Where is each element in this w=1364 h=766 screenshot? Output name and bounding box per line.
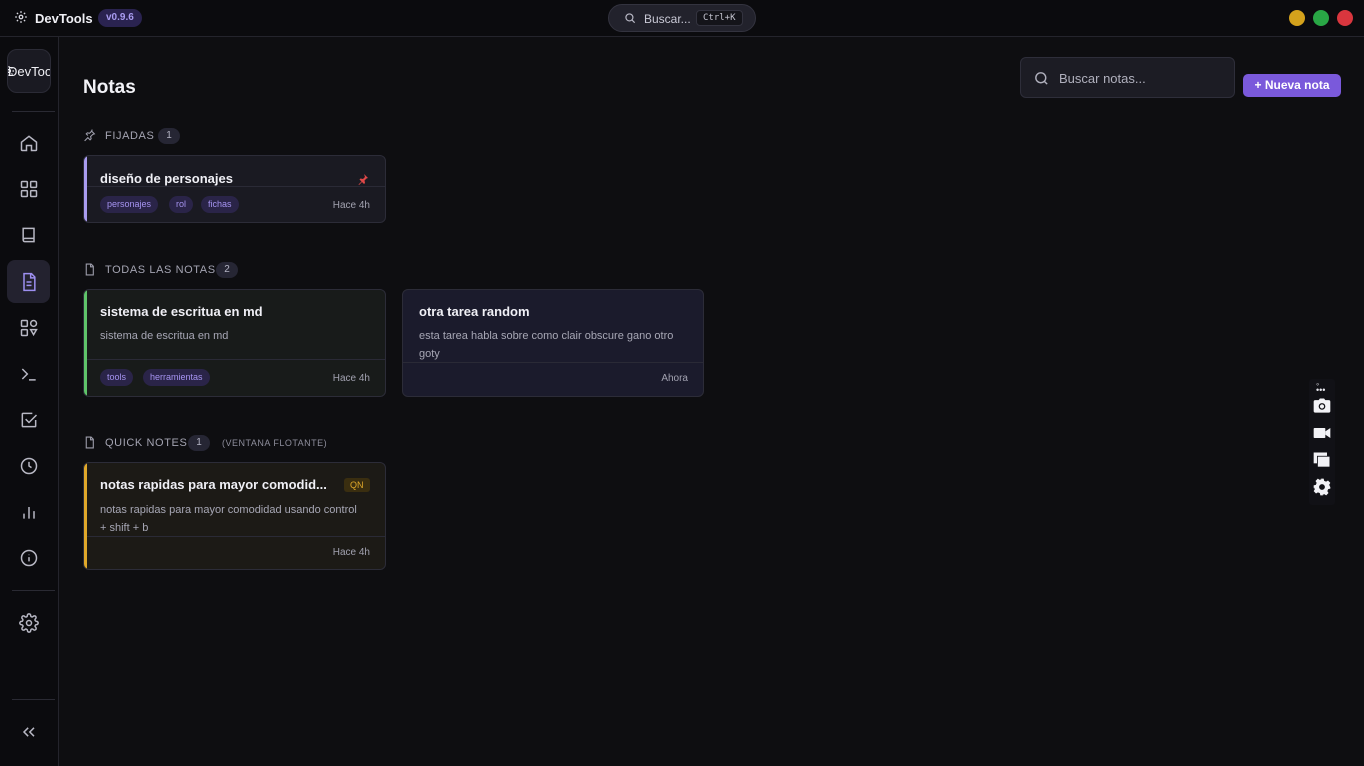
note-title: otra tarea random xyxy=(419,304,530,319)
card-accent xyxy=(84,290,87,396)
minimize-button[interactable] xyxy=(1289,10,1305,26)
close-button[interactable] xyxy=(1337,10,1353,26)
card-divider xyxy=(403,362,703,363)
sidebar-item-home[interactable] xyxy=(7,121,50,164)
gear-icon xyxy=(15,11,27,23)
section-title: TODAS LAS NOTAS xyxy=(105,264,216,276)
bar-chart-icon xyxy=(23,507,35,519)
global-search-label: Buscar... xyxy=(644,12,691,26)
title-bar: DevTools v0.9.6 Buscar... Ctrl+K xyxy=(0,0,1364,37)
sidebar-item-stats[interactable] xyxy=(7,490,50,533)
quick-note-badge: QN xyxy=(344,478,370,492)
section-count: 1 xyxy=(188,435,210,451)
note-title: sistema de escritua en md xyxy=(100,304,263,319)
sidebar-item-settings[interactable] xyxy=(7,601,50,644)
sidebar-item-tasks[interactable] xyxy=(7,398,50,441)
new-note-button[interactable]: + Nueva nota xyxy=(1243,74,1341,97)
note-card[interactable]: otra tarea random esta tarea habla sobre… xyxy=(402,289,704,397)
file-text-icon xyxy=(23,272,36,292)
note-timestamp: Ahora xyxy=(661,373,688,384)
sidebar-item-notes[interactable] xyxy=(7,260,50,303)
note-card[interactable]: diseño de personajes personajes rol fich… xyxy=(83,155,386,223)
collapse-sidebar-button[interactable] xyxy=(7,710,50,753)
page-title: Notas xyxy=(83,77,136,98)
pin-icon xyxy=(84,129,96,142)
note-preview: esta tarea habla sobre como clair obscur… xyxy=(419,330,674,360)
note-timestamp: Hace 4h xyxy=(332,373,370,384)
note-card[interactable]: sistema de escritua en md sistema de esc… xyxy=(83,289,386,397)
shapes-icon xyxy=(20,319,38,337)
info-icon xyxy=(20,549,38,567)
app-title: DevTools xyxy=(35,11,93,26)
card-accent xyxy=(84,463,87,569)
grid-icon xyxy=(20,180,38,198)
notes-search[interactable] xyxy=(1020,57,1235,98)
section-title: FIJADAS xyxy=(105,130,155,142)
pushpin-icon[interactable] xyxy=(357,173,369,185)
gear-icon[interactable] xyxy=(1312,477,1332,497)
checkbox-icon xyxy=(21,412,38,428)
divider xyxy=(12,590,55,591)
note-timestamp: Hace 4h xyxy=(332,547,370,558)
section-title: QUICK NOTES xyxy=(105,437,188,449)
divider xyxy=(12,699,55,700)
section-count: 1 xyxy=(158,128,180,144)
sidebar-item-dashboard[interactable] xyxy=(7,167,50,210)
card-divider xyxy=(87,186,385,187)
brand-button[interactable]: DevTools xyxy=(7,49,51,93)
note-title: notas rapidas para mayor comodid... xyxy=(100,477,327,492)
file-icon xyxy=(85,263,94,276)
tag[interactable]: herramientas xyxy=(143,369,210,386)
clock-icon xyxy=(20,457,38,475)
chevrons-left-icon xyxy=(22,727,35,737)
brand-label: DevTools xyxy=(8,64,51,79)
floating-toolbar: ◦ ••• xyxy=(1309,379,1335,505)
sidebar-item-terminal[interactable] xyxy=(7,352,50,395)
search-input[interactable] xyxy=(1059,68,1229,88)
main-content: Notas + Nueva nota FIJADAS 1 diseño de p… xyxy=(60,37,1364,766)
search-shortcut: Ctrl+K xyxy=(696,10,743,26)
sidebar-item-library[interactable] xyxy=(7,213,50,256)
note-card[interactable]: notas rapidas para mayor comodid... QN n… xyxy=(83,462,386,570)
search-icon xyxy=(1035,72,1048,85)
divider xyxy=(12,111,55,112)
card-divider xyxy=(87,359,385,360)
file-icon xyxy=(85,436,94,449)
maximize-button[interactable] xyxy=(1313,10,1329,26)
tag[interactable]: rol xyxy=(169,196,194,213)
sidebar-item-info[interactable] xyxy=(7,536,50,579)
card-divider xyxy=(87,536,385,537)
version-badge: v0.9.6 xyxy=(98,9,142,27)
note-preview: notas rapidas para mayor comodidad usand… xyxy=(100,504,357,534)
sidebar-item-components[interactable] xyxy=(7,306,50,349)
search-icon xyxy=(625,13,636,24)
tag[interactable]: fichas xyxy=(201,196,239,213)
camera-icon[interactable] xyxy=(1312,396,1332,416)
home-icon xyxy=(20,135,38,152)
section-count: 2 xyxy=(216,262,238,278)
section-note: (VENTANA FLOTANTE) xyxy=(222,438,328,448)
gear-icon xyxy=(19,613,39,633)
drag-handle[interactable]: ◦ ••• xyxy=(1316,380,1330,395)
note-preview: sistema de escritua en md xyxy=(100,330,229,342)
book-icon xyxy=(22,227,35,243)
card-accent xyxy=(84,156,87,222)
tag[interactable]: tools xyxy=(100,369,134,386)
note-title: diseño de personajes xyxy=(100,171,233,186)
note-timestamp: Hace 4h xyxy=(332,200,370,211)
window-stack-icon[interactable] xyxy=(1312,450,1332,470)
video-camera-icon[interactable] xyxy=(1312,423,1332,443)
sidebar-item-history[interactable] xyxy=(7,444,50,487)
terminal-icon xyxy=(21,368,36,381)
sidebar: DevTools xyxy=(0,37,59,766)
tag[interactable]: personajes xyxy=(100,196,159,213)
global-search-button[interactable]: Buscar... Ctrl+K xyxy=(608,4,756,32)
